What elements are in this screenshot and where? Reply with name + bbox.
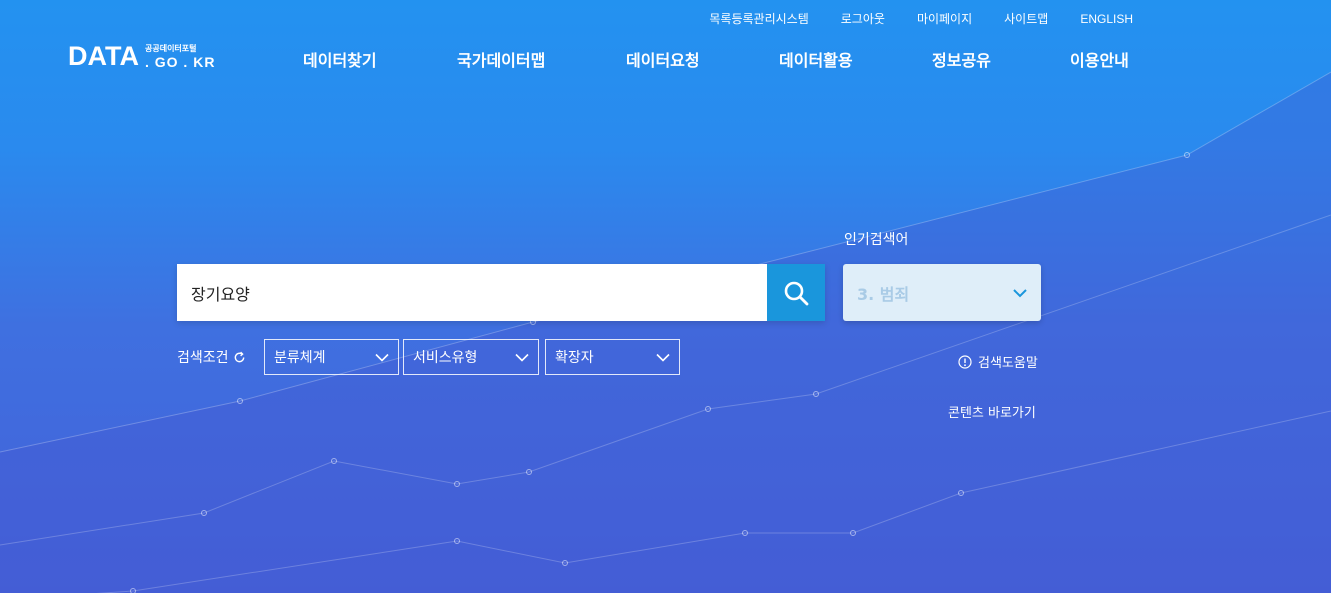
nav-find-data[interactable]: 데이터찾기 [303,47,457,71]
logo-text: DATA [68,41,139,71]
util-link-logout[interactable]: 로그아웃 [825,10,901,28]
popular-keywords-label: 인기검색어 [844,232,909,248]
popular-selected-value: 3. 범죄 [857,284,910,304]
search-help-link[interactable]: 검색도움말 [958,352,1038,371]
util-link-sitemap[interactable]: 사이트맵 [988,10,1064,28]
search-input[interactable] [177,264,767,321]
util-link-mypage[interactable]: 마이페이지 [901,10,988,28]
site-logo[interactable]: DATA 공공데이터포털 . GO . KR [68,42,215,70]
nav-national-data-map[interactable]: 국가데이터맵 [457,47,626,71]
popular-keywords-select[interactable]: 3. 범죄 [843,264,1041,321]
chevron-down-icon [656,353,670,362]
filter-extension[interactable]: 확장자 [545,339,680,375]
search-conditions-label: 검색조건 [177,350,229,366]
utility-nav: 목록등록관리시스템 로그아웃 마이페이지 사이트맵 ENGLISH [693,10,1149,28]
search-button[interactable] [767,264,825,321]
filter-service-type[interactable]: 서비스유형 [403,339,539,375]
search-icon [784,281,809,305]
nav-info-share[interactable]: 정보공유 [932,47,1070,71]
nav-data-request[interactable]: 데이터요청 [626,47,779,71]
info-icon [958,354,972,369]
filter-service-type-label: 서비스유형 [413,350,478,366]
filter-extension-label: 확장자 [555,350,594,366]
search-conditions: 검색조건 [177,347,246,367]
main-nav: 데이터찾기 국가데이터맵 데이터요청 데이터활용 정보공유 이용안내 [303,47,1150,71]
search-help-label: 검색도움말 [978,356,1038,371]
util-link-catalog[interactable]: 목록등록관리시스템 [693,10,824,28]
chevron-down-icon [1013,288,1027,297]
filter-category[interactable]: 분류체계 [264,339,399,375]
chevron-down-icon [515,353,529,362]
logo-right: 공공데이터포털 . GO . KR [145,44,215,70]
search-box [177,264,825,321]
nav-guide[interactable]: 이용안내 [1070,47,1150,71]
chevron-down-icon [375,353,389,362]
util-link-english[interactable]: ENGLISH [1064,10,1149,28]
contents-shortcut-link[interactable]: 콘텐츠 바로가기 [948,402,1036,421]
logo-domain: . GO . KR [144,54,216,70]
filter-category-label: 분류체계 [274,350,326,366]
nav-data-use[interactable]: 데이터활용 [779,47,932,71]
logo-subtitle: 공공데이터포털 [144,44,197,53]
reset-icon[interactable] [233,351,246,364]
